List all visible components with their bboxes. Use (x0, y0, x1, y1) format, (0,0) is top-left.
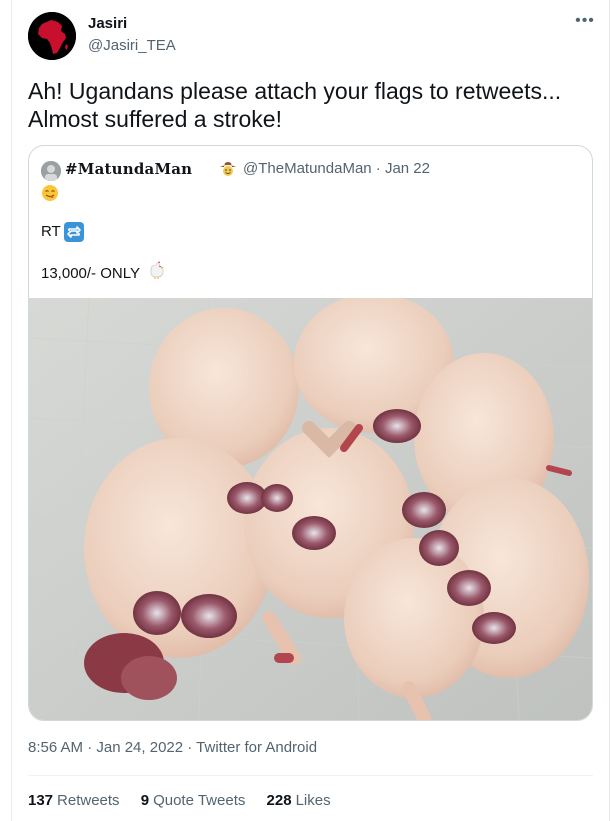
quoted-tweet-card[interactable]: #MatundaMan @TheMatundaMan · Jan 22 RT 1… (28, 145, 593, 721)
quoted-author-name[interactable]: #MatundaMan (65, 160, 192, 178)
author-handle[interactable]: @Jasiri_TEA (88, 37, 176, 54)
tweet-stats: 137 Retweets 9 Quote Tweets 228 Likes (28, 792, 348, 809)
africa-map-avatar-icon (28, 12, 76, 60)
likes-count-link[interactable]: 228 Likes (267, 792, 331, 809)
likes-count: 228 (266, 792, 292, 809)
divider (28, 775, 593, 776)
quoted-handle-date[interactable]: @TheMatundaMan · Jan 22 (243, 160, 430, 177)
more-options-button[interactable]: ••• (573, 12, 597, 36)
timeline-border-left (11, 0, 12, 821)
likes-label: Likes (295, 792, 331, 809)
author-avatar[interactable] (28, 12, 76, 60)
quoted-avatar-image (41, 161, 61, 181)
retweets-label: Retweets (57, 792, 120, 809)
timeline-border-right (609, 0, 610, 821)
quote-tweets-label: Quote Tweets (153, 792, 246, 809)
tweet-text: Ah! Ugandans please attach your flags to… (28, 78, 562, 132)
cowboy-emoji-icon (219, 160, 237, 178)
tweet-timestamp-source[interactable]: 8:56 AM · Jan 24, 2022 · Twitter for And… (28, 739, 317, 756)
quote-tweets-count-link[interactable]: 9 Quote Tweets (141, 792, 246, 809)
retweets-count: 137 (28, 792, 54, 809)
chicken-emoji-icon (147, 260, 167, 280)
raw-chicken-photo-image (29, 298, 592, 720)
quoted-author-avatar[interactable] (41, 161, 61, 181)
quoted-price-text: 13,000/- ONLY (41, 265, 140, 282)
more-horizontal-icon: ••• (575, 12, 595, 29)
author-name[interactable]: Jasiri (88, 15, 127, 32)
quote-tweets-count: 9 (140, 792, 150, 809)
quoted-rt-text: RT (41, 223, 61, 240)
retweets-count-link[interactable]: 137 Retweets (28, 792, 120, 809)
repeat-button-emoji-icon (64, 222, 84, 242)
quoted-tweet-photo[interactable] (29, 298, 592, 720)
face-savoring-food-emoji-icon (41, 184, 59, 202)
